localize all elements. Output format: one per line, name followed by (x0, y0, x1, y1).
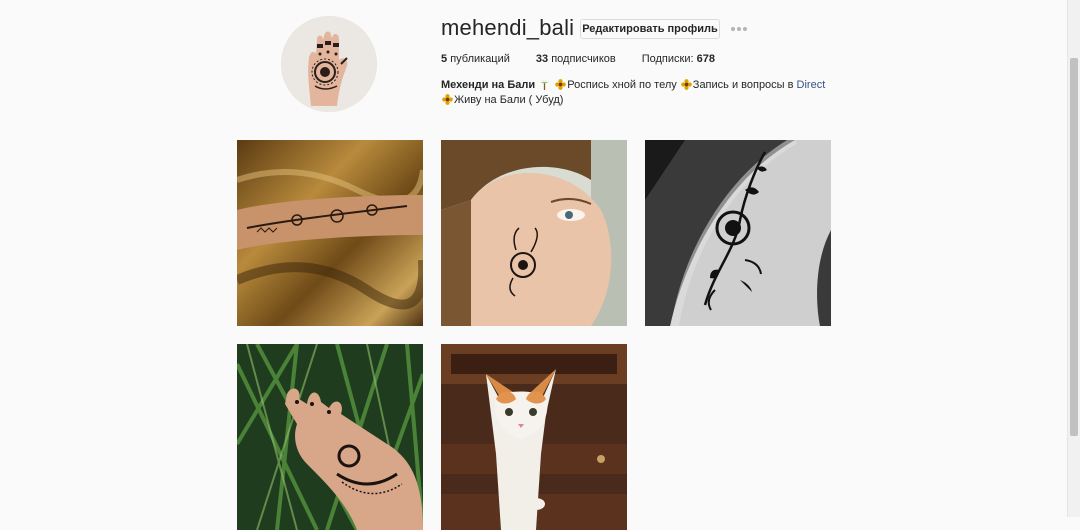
followers-count-label: подписчиков (551, 53, 616, 65)
posts-count-label: публикаций (450, 53, 510, 65)
profile-username: mehendi_bali (441, 15, 575, 40)
page-scrollbar[interactable] (1067, 0, 1080, 517)
profile-bio: Мехенди на Бали Роспись хной по телу Зап… (441, 78, 861, 108)
post-thumbnail[interactable] (237, 140, 423, 326)
post-thumbnail[interactable] (237, 344, 423, 530)
posts-count: 5 публикаций (441, 53, 510, 66)
flower-icon (442, 94, 453, 105)
bio-text-1: Роспись хной по телу (567, 79, 677, 91)
profile-avatar[interactable] (281, 16, 377, 112)
henna-hand-photo (237, 344, 423, 530)
henna-arm-photo (645, 140, 831, 326)
post-thumbnail[interactable] (645, 140, 831, 326)
palm-tree-icon (540, 79, 550, 90)
post-thumbnail[interactable] (441, 140, 627, 326)
following-count-label: Подписки: (641, 53, 694, 65)
post-thumbnail[interactable] (441, 344, 627, 530)
kitten-photo (441, 344, 627, 530)
edit-profile-button[interactable]: Редактировать профиль (580, 19, 720, 39)
henna-leg-photo (237, 140, 423, 326)
direct-link[interactable]: Direct (797, 79, 826, 91)
followers-count[interactable]: 33 подписчиков (536, 53, 616, 66)
posts-count-value: 5 (441, 53, 448, 65)
following-count-value: 678 (696, 53, 715, 65)
henna-face-photo (441, 140, 627, 326)
flower-icon (555, 79, 567, 90)
bio-text-2: Запись и вопросы в (692, 79, 797, 91)
profile-display-name: Мехенди на Бали (441, 79, 536, 91)
followers-count-value: 33 (535, 53, 549, 65)
bio-text-3: Живу на Бали ( Убуд) (454, 94, 564, 106)
more-options-icon[interactable] (731, 26, 747, 32)
scrollbar-thumb[interactable] (1070, 58, 1078, 436)
flower-icon (680, 79, 692, 90)
avatar-image (281, 16, 377, 112)
profile-stats: 5 публикаций 33 подписчиков Подписки: 67… (441, 53, 741, 66)
following-count[interactable]: Подписки: 678 (642, 53, 715, 66)
